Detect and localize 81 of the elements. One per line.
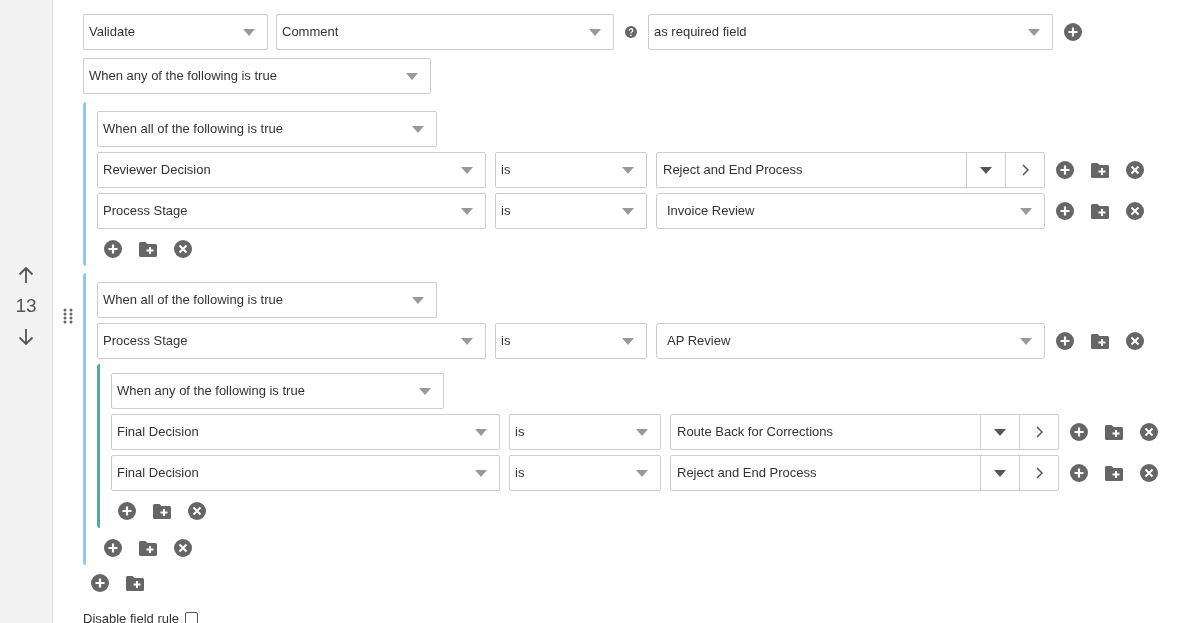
- close-icon[interactable]: [1140, 464, 1158, 482]
- close-icon[interactable]: [174, 240, 192, 258]
- match-select[interactable]: When any of the following is true: [111, 373, 444, 409]
- add-icon[interactable]: [1056, 161, 1074, 179]
- value-select[interactable]: AP Review: [656, 323, 1045, 359]
- caret-icon: [1020, 207, 1032, 215]
- caret-icon: [461, 337, 473, 345]
- caret-icon: [636, 469, 648, 477]
- match-select[interactable]: When all of the following is true: [97, 111, 437, 147]
- caret-icon: [475, 428, 487, 436]
- folder-plus-icon[interactable]: [1091, 162, 1109, 178]
- field-select[interactable]: Comment: [276, 14, 614, 50]
- chevron-right-icon: [1035, 467, 1043, 479]
- caret-icon: [994, 469, 1006, 477]
- value-select[interactable]: Route Back for Corrections: [670, 414, 1059, 450]
- match-select[interactable]: When any of the following is true: [83, 58, 431, 94]
- caret-icon: [622, 337, 634, 345]
- folder-plus-icon[interactable]: [1091, 203, 1109, 219]
- value-select[interactable]: Invoice Review: [656, 193, 1045, 229]
- caret-icon: [1020, 337, 1032, 345]
- add-icon[interactable]: [1070, 464, 1088, 482]
- close-icon[interactable]: [174, 539, 192, 557]
- close-icon[interactable]: [1126, 202, 1144, 220]
- caret-icon: [622, 166, 634, 174]
- caret-icon: [1028, 28, 1040, 36]
- help-icon[interactable]: [625, 26, 637, 38]
- close-icon[interactable]: [1126, 332, 1144, 350]
- caret-icon: [412, 125, 424, 133]
- operator-select[interactable]: is: [509, 455, 661, 491]
- caret-icon: [636, 428, 648, 436]
- add-icon[interactable]: [1070, 423, 1088, 441]
- action-select[interactable]: Validate: [83, 14, 268, 50]
- folder-plus-icon[interactable]: [1091, 333, 1109, 349]
- operator-select[interactable]: is: [495, 193, 647, 229]
- folder-plus-icon[interactable]: [1105, 465, 1123, 481]
- add-icon[interactable]: [104, 539, 122, 557]
- caret-icon: [412, 296, 424, 304]
- caret-icon: [994, 428, 1006, 436]
- caret-icon: [406, 72, 418, 80]
- add-icon[interactable]: [1056, 202, 1074, 220]
- add-icon[interactable]: [1064, 23, 1082, 41]
- close-icon[interactable]: [188, 502, 206, 520]
- close-icon[interactable]: [1126, 161, 1144, 179]
- field-select[interactable]: Process Stage: [97, 323, 486, 359]
- folder-plus-icon[interactable]: [153, 503, 171, 519]
- field-select[interactable]: Reviewer Decision: [97, 152, 486, 188]
- caret-icon: [419, 387, 431, 395]
- add-icon[interactable]: [91, 574, 109, 592]
- folder-plus-icon[interactable]: [139, 540, 157, 556]
- folder-plus-icon[interactable]: [126, 575, 144, 591]
- caret-icon: [475, 469, 487, 477]
- chevron-right-icon: [1021, 164, 1029, 176]
- caret-icon: [461, 207, 473, 215]
- match-select[interactable]: When all of the following is true: [97, 282, 437, 318]
- caret-icon: [589, 28, 601, 36]
- add-icon[interactable]: [1056, 332, 1074, 350]
- caret-icon: [980, 166, 992, 174]
- caret-icon: [243, 28, 255, 36]
- caret-icon: [622, 207, 634, 215]
- rule-number: 13: [15, 294, 37, 318]
- field-select[interactable]: Final Decision: [111, 414, 500, 450]
- field-select[interactable]: Final Decision: [111, 455, 500, 491]
- add-icon[interactable]: [104, 240, 122, 258]
- chevron-right-icon: [1035, 426, 1043, 438]
- disable-rule-checkbox[interactable]: [185, 612, 199, 623]
- field-select[interactable]: Process Stage: [97, 193, 486, 229]
- operator-select[interactable]: is: [495, 323, 647, 359]
- caret-icon: [461, 166, 473, 174]
- operator-select[interactable]: is: [495, 152, 647, 188]
- folder-plus-icon[interactable]: [1105, 424, 1123, 440]
- add-icon[interactable]: [118, 502, 136, 520]
- arrow-down-icon[interactable]: [18, 328, 34, 346]
- disable-rule-label: Disable field rule: [83, 610, 180, 623]
- requirement-select[interactable]: as required field: [648, 14, 1053, 50]
- drag-handle-icon[interactable]: [63, 308, 73, 324]
- close-icon[interactable]: [1140, 423, 1158, 441]
- arrow-up-icon[interactable]: [18, 266, 34, 284]
- folder-plus-icon[interactable]: [139, 241, 157, 257]
- operator-select[interactable]: is: [509, 414, 661, 450]
- value-select[interactable]: Reject and End Process: [670, 455, 1059, 491]
- value-select[interactable]: Reject and End Process: [656, 152, 1045, 188]
